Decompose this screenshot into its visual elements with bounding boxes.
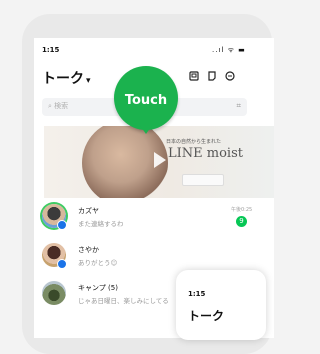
avatar bbox=[42, 281, 66, 305]
add-chat-icon[interactable] bbox=[225, 71, 235, 81]
second-page-title: トーク bbox=[188, 309, 225, 323]
touch-indicator-tail bbox=[139, 124, 153, 134]
chat-name: キャンプ (5) bbox=[78, 284, 118, 292]
banner-tagline: 日本の自然から生まれた bbox=[166, 139, 222, 145]
ad-banner[interactable]: 日本の自然から生まれた LINE moist bbox=[44, 126, 274, 198]
chevron-down-icon: ▾ bbox=[86, 76, 91, 86]
chat-preview: また連絡するわ bbox=[78, 220, 124, 228]
page-title[interactable]: トーク ▾ bbox=[42, 68, 91, 88]
verified-badge bbox=[57, 220, 67, 230]
product-image bbox=[182, 174, 224, 186]
touch-label: Touch bbox=[124, 93, 168, 108]
open-chat-icon[interactable] bbox=[189, 71, 199, 81]
page-title-text: トーク bbox=[42, 71, 84, 87]
second-phone-preview: 1:15 トーク bbox=[176, 270, 266, 340]
chat-preview: ありがとう☺ bbox=[78, 259, 118, 267]
play-icon[interactable] bbox=[154, 152, 166, 168]
chat-row[interactable]: さやか ありがとう☺ bbox=[42, 243, 274, 273]
chat-preview: じゃあ日曜日、楽しみにしてる bbox=[78, 297, 169, 305]
unread-badge: 9 bbox=[236, 216, 247, 227]
second-status-time: 1:15 bbox=[188, 290, 206, 298]
status-icons: ..ıl ᯤ ▬ bbox=[212, 46, 246, 54]
banner-brand: LINE moist bbox=[168, 146, 243, 161]
qr-scan-icon[interactable]: ⌗ bbox=[236, 101, 241, 111]
search-placeholder: ⌕ 検索 bbox=[48, 102, 69, 110]
header-actions bbox=[189, 71, 235, 81]
new-chat-icon[interactable] bbox=[207, 71, 217, 81]
search-icon: ⌕ bbox=[48, 102, 52, 110]
chat-name: さやか bbox=[78, 246, 99, 254]
chat-name: カズヤ bbox=[78, 207, 99, 215]
chat-time: 午後0:25 bbox=[231, 207, 253, 213]
verified-badge bbox=[57, 259, 67, 269]
chat-row[interactable]: カズヤ また連絡するわ 午後0:25 9 bbox=[42, 204, 274, 234]
status-time: 1:15 bbox=[42, 46, 60, 54]
